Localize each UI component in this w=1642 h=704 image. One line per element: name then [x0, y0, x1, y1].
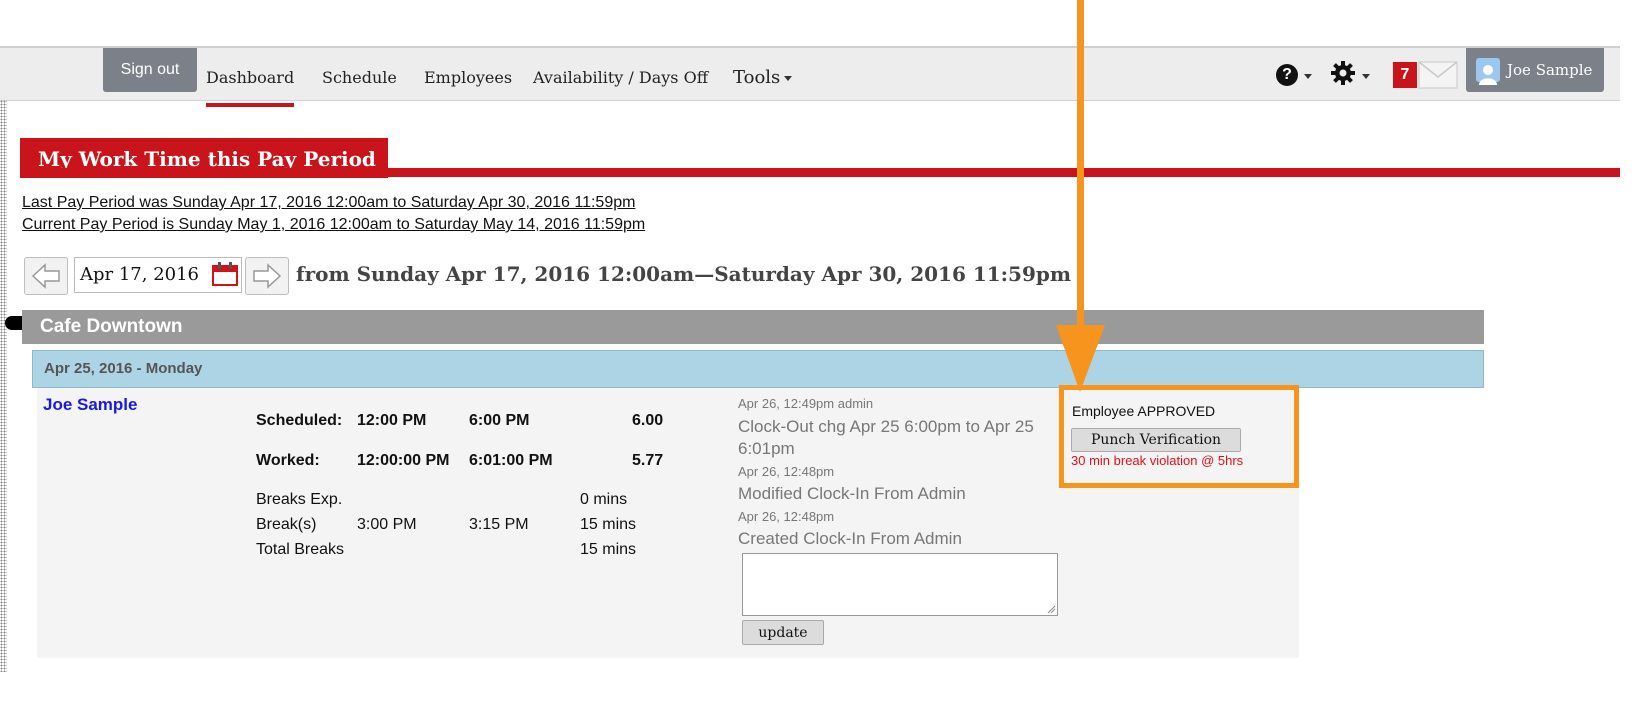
nav-schedule[interactable]: Schedule	[322, 48, 397, 100]
nav-tools-label: Tools	[733, 67, 781, 88]
log-meta: Apr 26, 12:48pm	[738, 509, 835, 524]
scheduled-label: Scheduled:	[256, 412, 343, 429]
window-edge	[0, 100, 7, 672]
nav-employees[interactable]: Employees	[424, 48, 512, 100]
total-breaks-label: Total Breaks	[256, 541, 345, 558]
break-start: 3:00 PM	[357, 516, 417, 533]
chevron-down-icon	[1304, 74, 1312, 79]
current-pay-period-value: Sunday May 1, 2016 12:00am to Saturday M…	[178, 216, 646, 233]
break-violation-warning: 30 min break violation @ 5hrs	[1071, 453, 1244, 468]
scheduled-hours: 6.00	[632, 412, 664, 429]
period-range: from Sunday Apr 17, 2016 12:00am—Saturda…	[296, 262, 1072, 286]
scheduled-start: 12:00 PM	[357, 412, 427, 429]
employee-name-link[interactable]: Joe Sample	[43, 395, 138, 415]
next-period-button[interactable]	[245, 257, 289, 295]
log-meta: Apr 26, 12:48pm	[738, 464, 835, 479]
note-textarea[interactable]	[742, 553, 1058, 616]
nav-dashboard[interactable]: Dashboard	[206, 48, 295, 107]
log-entry: Created Clock-In From Admin	[738, 529, 962, 548]
gear-icon[interactable]	[1330, 60, 1356, 86]
worked-hours: 5.77	[632, 452, 664, 469]
worked-label: Worked:	[256, 452, 320, 469]
current-pay-period-label: Current Pay Period is	[22, 216, 179, 233]
log-meta: Apr 26, 12:49pm admin	[738, 396, 874, 411]
arrow-left-icon	[31, 263, 60, 289]
notification-badge[interactable]: 7	[1393, 62, 1417, 88]
punch-verification-button[interactable]: Punch Verification	[1071, 428, 1241, 452]
resize-handle-icon[interactable]	[1046, 604, 1056, 614]
avatar	[1476, 58, 1500, 85]
breaks-label: Break(s)	[256, 516, 317, 533]
user-menu-button[interactable]: Joe Sample	[1466, 48, 1604, 92]
current-pay-period: Current Pay Period is Sunday May 1, 2016…	[22, 216, 645, 234]
approval-status: Employee APPROVED	[1072, 403, 1216, 419]
arrow-right-icon	[253, 263, 282, 289]
total-breaks-value: 15 mins	[580, 541, 637, 558]
nav-tools[interactable]: Tools	[733, 48, 793, 100]
last-pay-period: Last Pay Period was Sunday Apr 17, 2016 …	[22, 194, 635, 212]
chevron-down-icon	[784, 76, 793, 81]
location-header: Cafe Downtown	[22, 310, 1484, 344]
user-icon	[1479, 65, 1497, 85]
previous-period-button[interactable]	[24, 257, 68, 295]
annotation-arrow-icon	[1056, 0, 1105, 392]
breaks-value: 15 mins	[580, 516, 637, 533]
break-end: 3:15 PM	[469, 516, 529, 533]
last-pay-period-label: Last Pay Period was	[22, 194, 173, 211]
breaks-expected-value: 0 mins	[580, 491, 628, 508]
mail-icon[interactable]	[1418, 61, 1458, 89]
help-icon[interactable]: ?	[1276, 64, 1298, 86]
chevron-down-icon	[1362, 74, 1370, 79]
user-name: Joe Sample	[1507, 61, 1593, 79]
last-pay-period-value: Sunday Apr 17, 2016 12:00am to Saturday …	[172, 194, 636, 211]
nav-availability[interactable]: Availability / Days Off	[533, 48, 708, 100]
worked-start: 12:00:00 PM	[357, 452, 450, 469]
worked-end: 6:01:00 PM	[469, 452, 553, 469]
log-entry-continued: 6:01pm	[738, 439, 795, 458]
log-entry: Clock-Out chg Apr 25 6:00pm to Apr 25	[738, 417, 1034, 436]
section-rule	[20, 168, 1620, 177]
update-button[interactable]: update	[742, 620, 824, 645]
calendar-icon[interactable]	[212, 262, 238, 286]
breaks-expected-label: Breaks Exp.	[256, 491, 343, 508]
scheduled-end: 6:00 PM	[469, 412, 530, 429]
log-entry: Modified Clock-In From Admin	[738, 484, 966, 503]
day-header: Apr 25, 2016 - Monday	[32, 350, 1484, 388]
sign-out-button[interactable]: Sign out	[103, 48, 197, 92]
